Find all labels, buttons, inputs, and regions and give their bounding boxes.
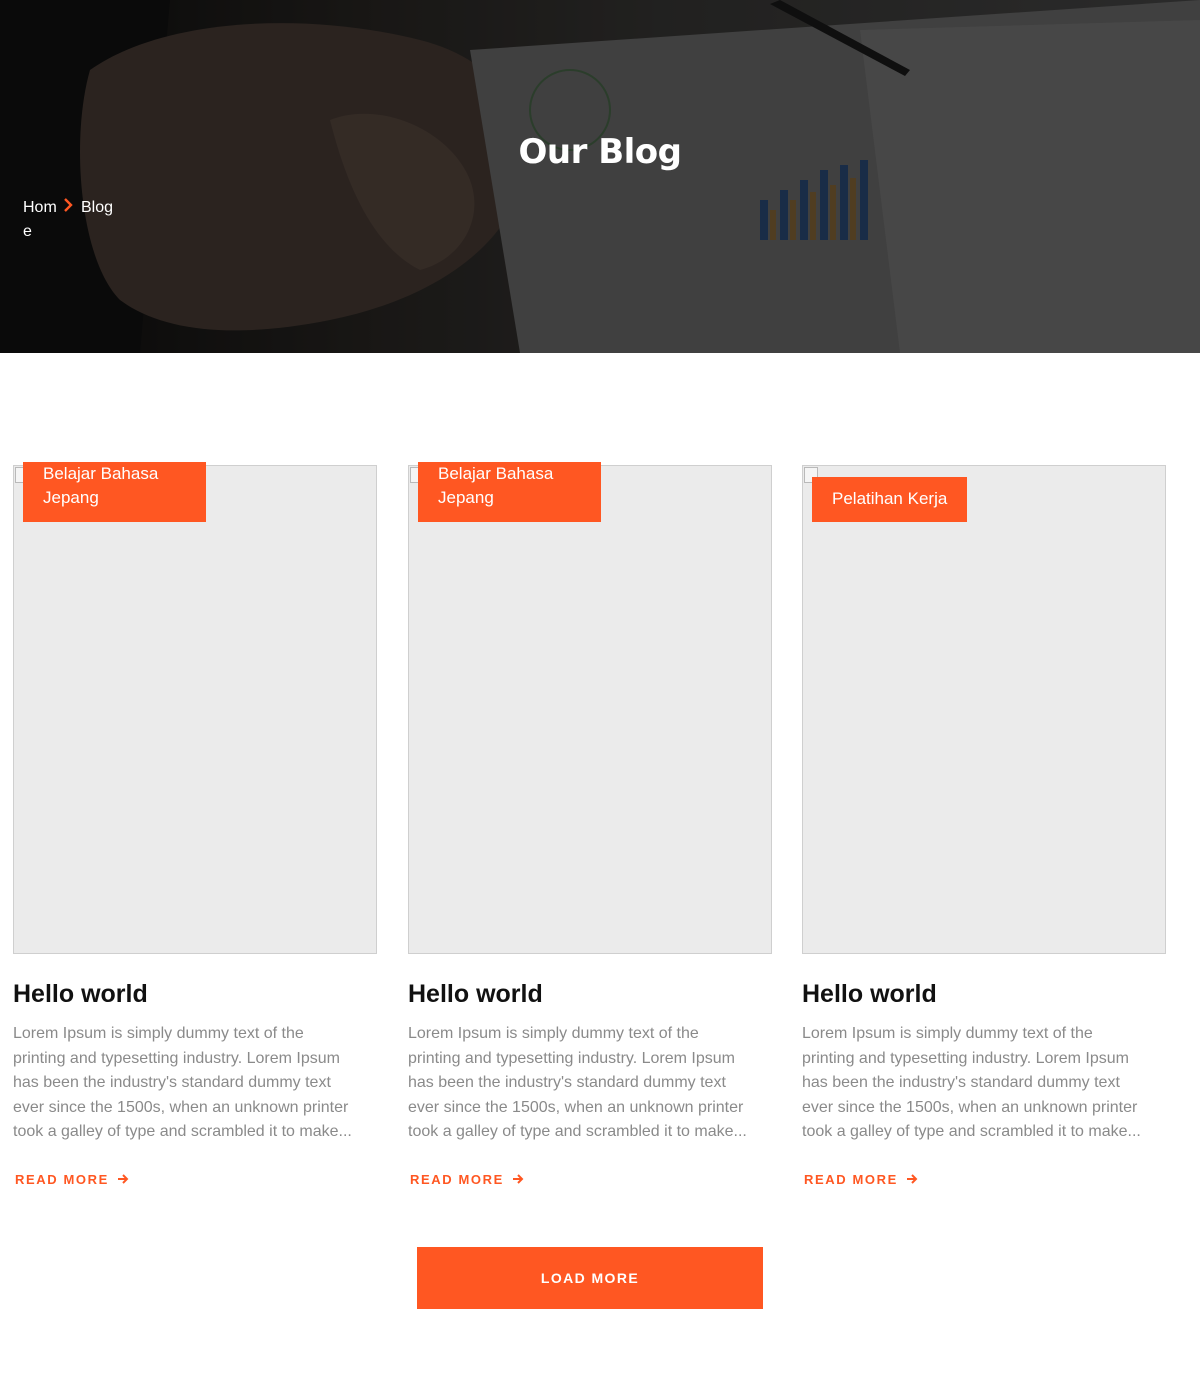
read-more-link[interactable]: READ MORE bbox=[802, 1172, 918, 1187]
read-more-link[interactable]: READ MORE bbox=[408, 1172, 524, 1187]
page-hero: Our Blog Home Blog bbox=[0, 0, 1200, 353]
breadcrumb-current: Blog bbox=[81, 199, 114, 216]
chevron-right-icon bbox=[63, 196, 73, 220]
breadcrumb: Home Blog bbox=[23, 196, 113, 244]
arrow-right-icon bbox=[512, 1174, 524, 1184]
arrow-right-icon bbox=[117, 1174, 129, 1184]
read-more-label: READ MORE bbox=[15, 1171, 109, 1187]
page-title: Our Blog bbox=[518, 132, 682, 172]
read-more-link[interactable]: READ MORE bbox=[13, 1172, 129, 1187]
category-badge[interactable]: Belajar Bahasa Jepang bbox=[23, 462, 206, 522]
post-excerpt: Lorem Ipsum is simply dummy text of the … bbox=[408, 1025, 747, 1140]
breadcrumb-home-link[interactable]: Home bbox=[23, 196, 59, 244]
post-image-placeholder[interactable]: Belajar Bahasa Jepang bbox=[13, 462, 377, 954]
post-image-placeholder[interactable]: Belajar Bahasa Jepang bbox=[408, 462, 772, 954]
post-title[interactable]: Hello world bbox=[802, 980, 1166, 1009]
category-badge[interactable]: Pelatihan Kerja bbox=[812, 477, 968, 522]
blog-card: Belajar Bahasa Jepang Hello world Lorem … bbox=[408, 462, 772, 1189]
arrow-right-icon bbox=[906, 1174, 918, 1184]
post-title[interactable]: Hello world bbox=[13, 980, 377, 1009]
post-title[interactable]: Hello world bbox=[408, 980, 772, 1009]
load-more-button[interactable]: LOAD MORE bbox=[417, 1247, 763, 1309]
read-more-label: READ MORE bbox=[804, 1171, 898, 1187]
blog-card: Belajar Bahasa Jepang Hello world Lorem … bbox=[13, 462, 377, 1189]
post-excerpt: Lorem Ipsum is simply dummy text of the … bbox=[13, 1025, 352, 1140]
post-image-placeholder[interactable]: Pelatihan Kerja bbox=[802, 465, 1166, 954]
post-excerpt: Lorem Ipsum is simply dummy text of the … bbox=[802, 1025, 1141, 1140]
read-more-label: READ MORE bbox=[410, 1171, 504, 1187]
blog-card: Pelatihan Kerja Hello world Lorem Ipsum … bbox=[802, 465, 1166, 1189]
category-badge[interactable]: Belajar Bahasa Jepang bbox=[418, 462, 601, 522]
hero-overlay bbox=[0, 0, 1200, 353]
